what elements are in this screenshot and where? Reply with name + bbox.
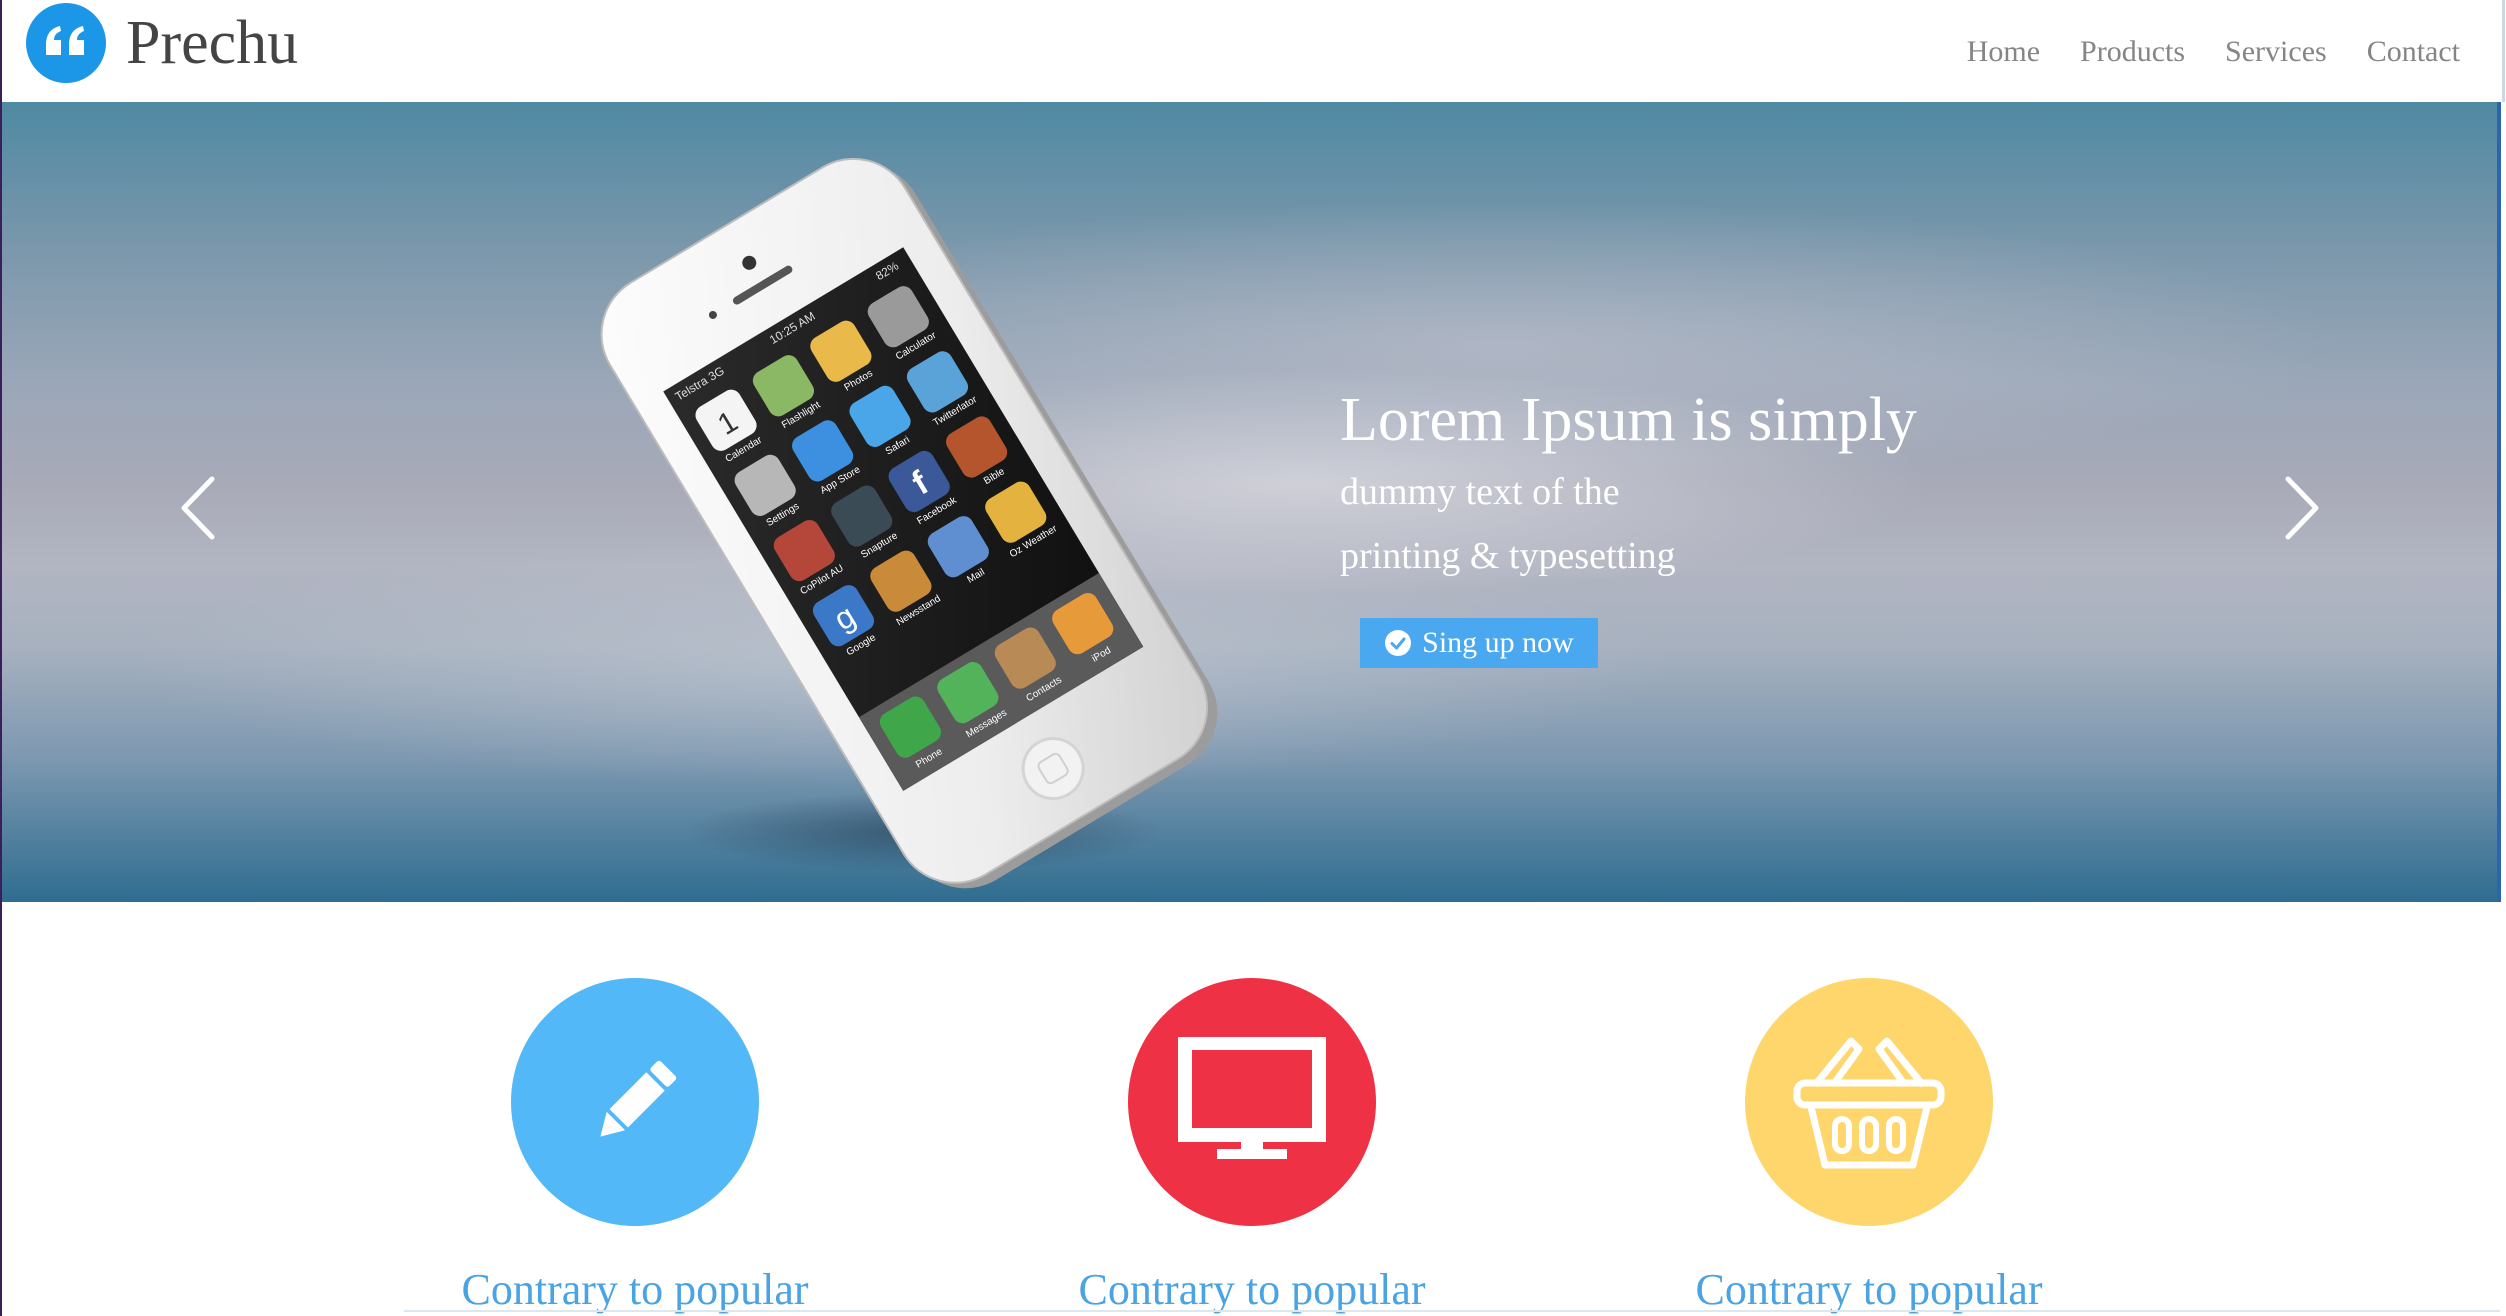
feature-icon-circle[interactable] (1128, 978, 1376, 1226)
monitor-icon (1178, 1037, 1326, 1159)
hero-caption: Lorem Ipsum is simply dummy text of the … (1340, 380, 1917, 588)
feature-title[interactable]: Contrary to popular (1002, 1262, 1502, 1316)
nav-services[interactable]: Services (2225, 32, 2327, 72)
nav-contact[interactable]: Contact (2367, 32, 2460, 72)
chevron-right-icon (2285, 476, 2319, 540)
feature-title[interactable]: Contrary to popular (385, 1262, 885, 1316)
quote-icon[interactable] (26, 3, 106, 83)
hero-subtitle-line-1: dummy text of the (1340, 471, 1620, 513)
feature-icon-circle[interactable] (1745, 978, 1993, 1226)
features-section: Contrary to popular Contrary to popular (2, 902, 2501, 1316)
hero-subtitle-line-2: printing & typesetting (1340, 535, 1676, 577)
signup-button[interactable]: Sing up now (1360, 618, 1598, 668)
feature-card: Contrary to popular (1619, 978, 2119, 1316)
chevron-left-icon (181, 476, 215, 540)
smartphone-image: Telstra 3G 10:25 AM 82% 1Calendar Flashl… (600, 157, 1218, 889)
navbar: Prechu Home Products Services Contact (2, 0, 2505, 102)
hero-title: Lorem Ipsum is simply (1340, 386, 1917, 454)
pencil-icon (600, 1060, 677, 1137)
feature-card: Contrary to popular (385, 978, 885, 1316)
check-circle-icon (1384, 629, 1412, 657)
carousel-prev-button[interactable] (168, 468, 228, 548)
feature-card: Contrary to popular (1002, 978, 1502, 1316)
shopping-basket-icon (1793, 1037, 1945, 1169)
nav-home[interactable]: Home (1967, 32, 2040, 72)
scrollbar-strip (2497, 102, 2501, 902)
page: Prechu Home Products Services Contact Te… (0, 0, 2506, 1316)
nav-products[interactable]: Products (2080, 32, 2185, 72)
divider (404, 1310, 2500, 1312)
main-nav: Home Products Services Contact (1967, 32, 2460, 72)
feature-title[interactable]: Contrary to popular (1619, 1262, 2119, 1316)
brand-name[interactable]: Prechu (126, 8, 298, 78)
hero-carousel: Telstra 3G 10:25 AM 82% 1 Calendar Flashl… (2, 102, 2501, 902)
carousel-next-button[interactable] (2272, 468, 2332, 548)
signup-button-label: Sing up now (1422, 626, 1574, 659)
feature-icon-circle[interactable] (511, 978, 759, 1226)
